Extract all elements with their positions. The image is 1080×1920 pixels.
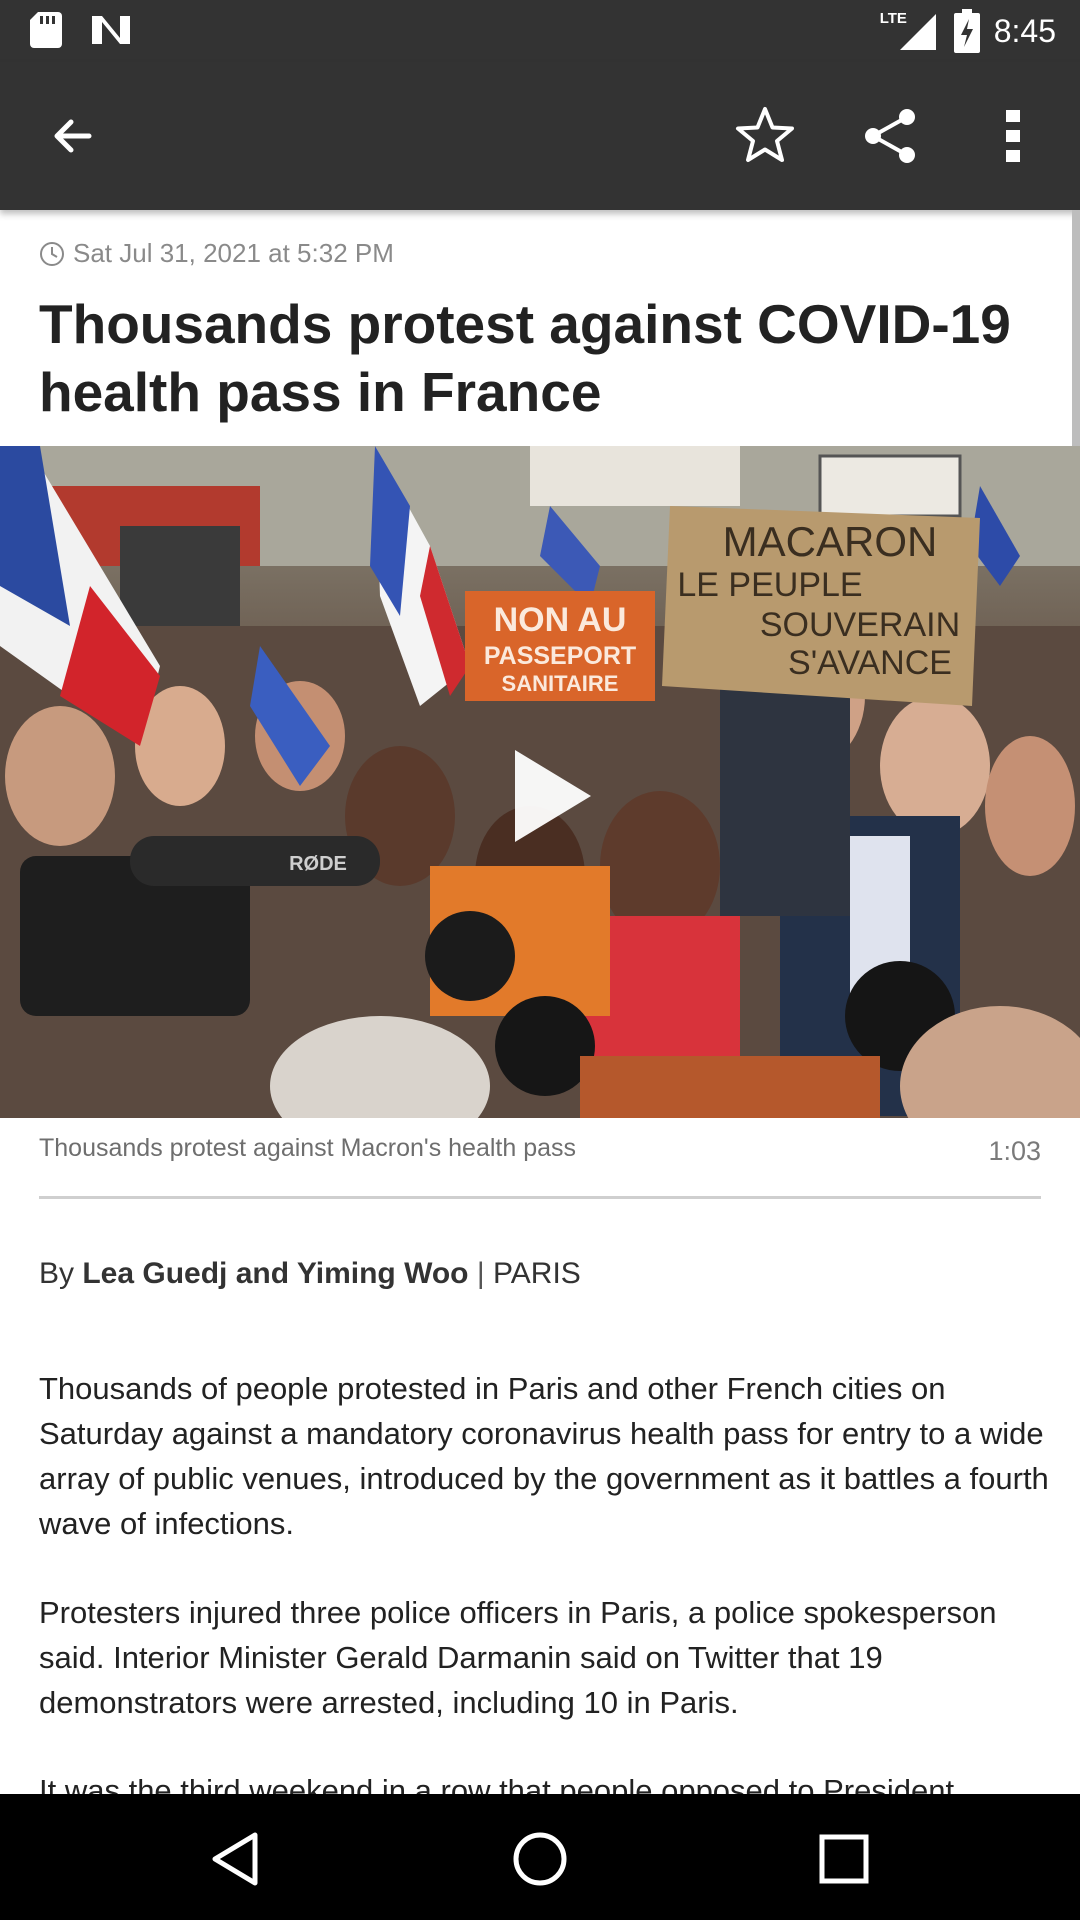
back-button[interactable]	[28, 91, 118, 181]
system-nav-bar	[0, 1794, 1080, 1920]
video-player[interactable]: NON AU PASSEPORT SANITAIRE MACARON LE PE…	[0, 446, 1080, 1118]
article-paragraph: It was the third weekend in a row that p…	[39, 1773, 955, 1794]
nav-back-icon[interactable]	[205, 1827, 269, 1891]
sign-text-2: PASSEPORT	[484, 642, 636, 670]
sign-text-3: SANITAIRE	[502, 671, 619, 696]
divider	[39, 1196, 1041, 1199]
n-notification-icon	[92, 16, 130, 44]
battery-charging-icon	[953, 9, 980, 53]
share-button[interactable]	[845, 91, 935, 181]
sign-text-7: S'AVANCE	[788, 644, 952, 682]
byline-authors[interactable]: Lea Guedj and Yiming Woo	[82, 1257, 468, 1290]
article-content[interactable]: Sat Jul 31, 2021 at 5:32 PM Thousands pr…	[0, 210, 1080, 1794]
play-icon[interactable]	[505, 746, 595, 846]
article-paragraph: Protesters injured three police officers…	[39, 1595, 997, 1720]
more-vertical-icon	[1006, 110, 1020, 162]
sign-text-6: SOUVERAIN	[760, 606, 960, 644]
byline-separator: |	[476, 1257, 485, 1290]
article-headline: Thousands protest against COVID-19 healt…	[39, 293, 1011, 423]
share-icon	[865, 109, 915, 163]
scrollbar[interactable]	[1072, 210, 1080, 460]
app-toolbar	[0, 62, 1080, 210]
byline: By Lea Guedj and Yiming Woo | PARIS	[39, 1257, 581, 1291]
arrow-left-icon	[54, 119, 92, 153]
video-caption: Thousands protest against Macron's healt…	[39, 1134, 577, 1162]
sign-text-5: LE PEUPLE	[677, 566, 862, 604]
byline-prefix: By	[39, 1257, 75, 1290]
timestamp-text: Sat Jul 31, 2021 at 5:32 PM	[73, 238, 394, 268]
bookmark-button[interactable]	[720, 91, 810, 181]
clock-icon	[40, 241, 64, 266]
video-duration: 1:03	[988, 1136, 1041, 1166]
video-caption-row: Thousands protest against Macron's healt…	[39, 1134, 1041, 1184]
star-outline-icon	[736, 107, 794, 162]
nav-home-icon[interactable]	[508, 1827, 572, 1891]
mic-text: RØDE	[289, 853, 347, 875]
sd-card-icon	[30, 12, 62, 48]
signal-icon	[899, 14, 936, 50]
clock: 8:45	[993, 12, 1056, 49]
byline-location: PARIS	[493, 1257, 581, 1290]
nav-recents-icon[interactable]	[812, 1827, 876, 1891]
sign-text-1: NON AU	[494, 601, 627, 639]
status-bar: LTE 8:45	[0, 0, 1080, 62]
article-paragraph: Thousands of people protested in Paris a…	[39, 1371, 1049, 1541]
sign-text-4: MACARON	[723, 518, 938, 565]
article-timestamp: Sat Jul 31, 2021 at 5:32 PM	[39, 238, 394, 269]
more-options-button[interactable]	[968, 91, 1058, 181]
